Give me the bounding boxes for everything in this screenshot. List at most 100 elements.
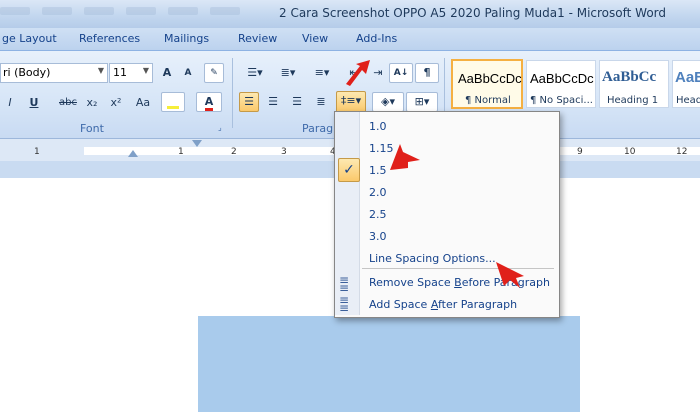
italic-button[interactable]: I [0,93,20,113]
grow-font-button[interactable]: A [157,63,177,83]
superscript-icon: x² [110,96,122,109]
tab-page-layout[interactable]: ge Layout [2,32,57,45]
add-space-after-icon: ≡ ≡ [339,293,350,315]
align-center-button[interactable]: ☰ [263,92,283,112]
grow-font-icon: A [162,66,172,79]
borders-icon: ⊞▾ [414,95,430,108]
annotation-arrow-icon [390,144,420,170]
indent-marker-icon[interactable] [128,150,138,157]
style-no-spacing[interactable]: AaBbCcDc ¶ No Spaci... [526,60,596,108]
shrink-font-icon: A [184,68,192,78]
remove-space-before-icon: ≡ ≡ [339,273,350,295]
strikethrough-button[interactable]: abc [56,93,80,113]
menu-item-1-5[interactable]: 1.5 [369,164,387,177]
tab-view[interactable]: View [302,32,328,45]
menu-text: fter Paragraph [437,298,518,311]
font-group-label: Font [80,122,104,135]
chevron-down-icon: ▼ [97,66,104,75]
style-normal[interactable]: AaBbCcDc ¶ Normal [451,59,523,109]
bullets-button[interactable]: ☰▾ [240,63,270,83]
selected-text-block[interactable] [198,316,580,412]
style-name: Heading 1 [607,95,659,106]
paint-bucket-icon: ◈▾ [381,95,395,108]
font-name-value: ri (Body) [3,66,51,79]
underline-button[interactable]: U [24,93,44,113]
group-separator [232,58,233,128]
tab-add-ins[interactable]: Add-Ins [356,32,397,45]
align-right-button[interactable]: ☰ [287,92,307,112]
menu-item-1-0[interactable]: 1.0 [369,120,387,133]
style-name: ¶ No Spaci... [530,95,593,106]
shrink-font-button[interactable]: A [178,63,198,83]
subscript-icon: x₂ [86,96,98,109]
ruler-number: 1 [178,147,184,157]
tab-references[interactable]: References [79,32,140,45]
style-sample: AaBbCcDc [530,71,594,86]
ruler-number: 3 [281,147,287,157]
numbering-button[interactable]: ≣▾ [272,63,304,83]
title-bar: 2 Cara Screenshot OPPO A5 2020 Paling Mu… [0,0,700,28]
pilcrow-icon: ¶ [423,66,431,79]
underline-icon: U [29,96,39,109]
align-center-icon: ☰ [268,95,278,108]
highlight-button[interactable] [161,92,185,112]
sort-icon: A↓ [393,68,409,78]
style-heading-1[interactable]: AaBbCc Heading 1 [599,60,669,108]
numbering-icon: ≣▾ [280,66,296,79]
ruler-number: 2 [231,147,237,157]
dialog-launcher-icon[interactable]: ⌟ [218,123,222,132]
strikethrough-icon: abc [59,97,77,108]
clear-formatting-icon: ✎ [210,68,218,78]
font-color-button[interactable]: A [196,92,222,112]
ribbon-tab-bar: ge Layout References Mailings Review Vie… [0,28,700,50]
font-color-icon: A [204,95,214,111]
menu-item-2-0[interactable]: 2.0 [369,186,387,199]
style-sample: AaBbCc [602,69,657,85]
justify-button[interactable]: ≣ [311,92,331,112]
menu-item-3-0[interactable]: 3.0 [369,230,387,243]
sort-button[interactable]: A↓ [389,63,413,83]
menu-accelerator: A [430,298,438,311]
borders-button[interactable]: ⊞▾ [406,92,438,112]
justify-icon: ≣ [316,95,326,108]
style-name: Head [676,95,700,106]
annotation-arrow-icon [346,60,370,86]
ruler-number: 10 [624,147,636,157]
line-spacing-options-item[interactable]: Line Spacing Options... [369,252,496,265]
chevron-down-icon: ▼ [142,66,149,75]
tab-review[interactable]: Review [238,32,277,45]
ruler-number: 1 [34,147,40,157]
add-space-after-item[interactable]: Add Space After Paragraph [369,298,517,311]
quick-access-toolbar[interactable] [0,5,300,21]
change-case-icon: Aa [135,96,151,109]
window-title: 2 Cara Screenshot OPPO A5 2020 Paling Mu… [279,6,666,20]
clear-formatting-button[interactable]: ✎ [204,63,224,83]
first-line-indent-icon[interactable] [192,140,202,147]
bullets-icon: ☰▾ [247,66,263,79]
line-spacing-icon: ‡≡▾ [340,94,362,107]
subscript-button[interactable]: x₂ [82,93,102,113]
shading-button[interactable]: ◈▾ [372,92,404,112]
multilevel-list-icon: ≡▾ [314,66,330,79]
menu-item-2-5[interactable]: 2.5 [369,208,387,221]
font-size-value: 11 [113,66,127,79]
align-left-button[interactable]: ☰ [239,92,259,112]
font-size-select[interactable]: 11 ▼ [109,63,153,83]
line-spacing-button[interactable]: ‡≡▾ [336,91,366,113]
ruler-number: 12 [676,147,688,157]
italic-icon: I [8,96,12,109]
annotation-arrow-icon [496,262,524,288]
style-sample: AaB [675,69,700,86]
tab-mailings[interactable]: Mailings [164,32,209,45]
align-left-icon: ☰ [244,95,254,108]
style-sample: AaBbCcDc [458,71,522,86]
multilevel-list-button[interactable]: ≡▾ [306,63,338,83]
ruler-number: 9 [577,147,583,157]
highlighter-icon [167,106,179,109]
show-formatting-button[interactable]: ¶ [415,63,439,83]
menu-text: Add Space [369,298,431,311]
change-case-button[interactable]: Aa [130,93,156,113]
font-name-select[interactable]: ri (Body) ▼ [0,63,108,83]
superscript-button[interactable]: x² [106,93,126,113]
style-heading-2[interactable]: AaB Head [672,60,700,108]
